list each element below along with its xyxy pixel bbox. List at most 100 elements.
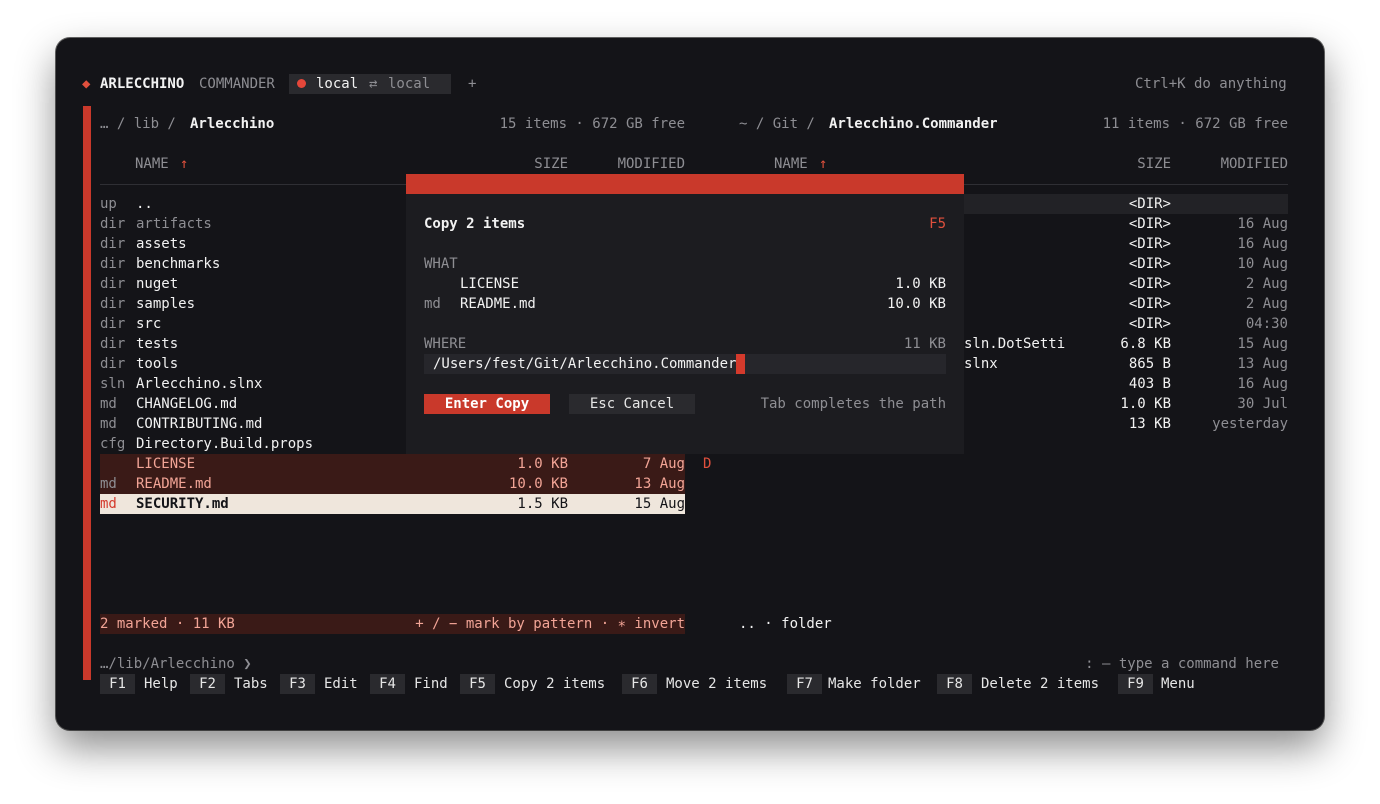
right-status-hint: .. · folder: [739, 616, 832, 632]
file-size: <DIR>: [1128, 216, 1171, 232]
file-name: benchmarks: [136, 256, 221, 272]
fkey-label[interactable]: Find: [414, 674, 448, 694]
fkey-f4[interactable]: F4: [370, 674, 405, 694]
fkey-label[interactable]: Copy 2 items: [504, 674, 605, 694]
file-name: nuget: [136, 276, 179, 292]
file-type: md: [100, 416, 117, 432]
fkey-f3[interactable]: F3: [280, 674, 315, 694]
file-name: Directory.Build.props: [136, 436, 314, 452]
file-size: 13 KB: [1128, 416, 1171, 432]
file-modified: 04:30: [1245, 316, 1288, 332]
left-col-size[interactable]: SIZE: [476, 154, 568, 174]
file-size: 10.0 KB: [508, 476, 568, 492]
file-name: artifacts: [136, 216, 212, 232]
fkey-label[interactable]: Edit: [324, 674, 358, 694]
file-type: md: [100, 496, 117, 512]
tab-local[interactable]: local ⇄ local: [289, 74, 451, 94]
marked-summary: 2 marked · 11 KB: [100, 616, 235, 632]
item-type: md: [424, 296, 441, 312]
file-size: 1.5 KB: [517, 496, 568, 512]
item-name: README.md: [460, 296, 536, 312]
tab-hint: Tab completes the path: [760, 396, 946, 412]
fkey-f9[interactable]: F9: [1118, 674, 1153, 694]
command-prompt[interactable]: …/lib/Arlecchino ❯: [100, 654, 252, 674]
right-col-modified[interactable]: MODIFIED: [1189, 154, 1288, 174]
right-col-size[interactable]: SIZE: [1076, 154, 1171, 174]
fkey-label[interactable]: Move 2 items: [666, 674, 767, 694]
file-type: cfg: [100, 436, 126, 452]
file-modified: 13 Aug: [1237, 356, 1288, 372]
file-modified: 16 Aug: [1237, 236, 1288, 252]
file-modified: yesterday: [1212, 416, 1288, 432]
copy-dialog: Copy 2 items F5 WHAT LICENSE 1.0 KB md READ…: [406, 174, 964, 454]
dialog-title-bar: [406, 174, 964, 194]
file-modified: [1189, 194, 1288, 214]
file-size: <DIR>: [1128, 316, 1171, 332]
file-modified: 15 Aug: [1237, 336, 1288, 352]
tab-left-label: local: [316, 76, 359, 92]
add-tab-button[interactable]: +: [468, 74, 476, 94]
left-current-folder[interactable]: Arlecchino: [190, 114, 274, 134]
left-breadcrumb[interactable]: … / lib /: [100, 114, 184, 134]
item-size: 1.0 KB: [895, 276, 946, 292]
fkey-f2[interactable]: F2: [190, 674, 225, 694]
confirm-copy-button[interactable]: Enter Copy: [424, 394, 550, 414]
left-col-name[interactable]: NAME: [135, 154, 169, 174]
fkey-label[interactable]: Help: [144, 674, 178, 694]
file-type: dir: [100, 356, 126, 372]
right-col-name[interactable]: NAME: [774, 154, 808, 174]
app-title: ARLECCHINO: [100, 76, 185, 92]
file-type: md: [100, 476, 117, 492]
file-modified: 16 Aug: [1237, 216, 1288, 232]
what-label: WHAT: [424, 256, 458, 272]
tab-status-dot-icon: [297, 74, 312, 94]
right-breadcrumb[interactable]: ~ / Git /: [739, 114, 823, 134]
mark-hint: + / − mark by pattern · ∗ invert: [415, 616, 685, 632]
dialog-shortcut: F5: [929, 216, 946, 232]
file-name: tools: [136, 356, 179, 372]
file-modified: 16 Aug: [1237, 376, 1288, 392]
drop-marker: D: [703, 456, 712, 472]
total-size: 11 KB: [903, 336, 946, 352]
fkey-label[interactable]: Menu: [1161, 674, 1195, 694]
left-summary: 15 items · 672 GB free: [499, 116, 685, 132]
fkey-f6[interactable]: F6: [622, 674, 657, 694]
left-col-modified[interactable]: MODIFIED: [586, 154, 685, 174]
right-current-folder[interactable]: Arlecchino.Commander: [829, 114, 998, 134]
destination-input[interactable]: /Users/fest/Git/Arlecchino.Commander: [424, 354, 946, 374]
file-name: samples: [136, 296, 196, 312]
file-name: src: [136, 316, 162, 332]
file-size: 1.0 KB: [1120, 396, 1171, 412]
file-type: dir: [100, 216, 126, 232]
file-size: 403 B: [1128, 376, 1171, 392]
cancel-button[interactable]: Esc Cancel: [569, 394, 695, 414]
fkey-f1[interactable]: F1: [100, 674, 135, 694]
fkey-label[interactable]: Tabs: [234, 674, 268, 694]
item-size: 10.0 KB: [886, 296, 946, 312]
app-logo-icon: ◆: [82, 76, 91, 92]
fkey-f7[interactable]: F7: [787, 674, 822, 694]
file-modified: 2 Aug: [1245, 296, 1288, 312]
file-size: <DIR>: [1128, 276, 1171, 292]
fkey-f8[interactable]: F8: [937, 674, 972, 694]
file-size: <DIR>: [1128, 296, 1171, 312]
file-type: dir: [100, 236, 126, 252]
file-modified: 10 Aug: [1237, 256, 1288, 272]
file-size: 6.8 KB: [1120, 336, 1171, 352]
active-panel-indicator: [83, 106, 91, 680]
fkey-label[interactable]: Delete 2 items: [981, 674, 1099, 694]
file-size: 865 B: [1128, 356, 1171, 372]
text-cursor: [736, 354, 746, 374]
file-name: slnx: [964, 356, 998, 372]
file-name: sln.DotSetti: [964, 336, 1066, 352]
file-name: assets: [136, 236, 187, 252]
tab-right-label: local: [388, 76, 431, 92]
fkey-label[interactable]: Make folder: [828, 674, 921, 694]
file-name: Arlecchino.slnx: [136, 376, 263, 392]
right-summary: 11 items · 672 GB free: [1102, 116, 1288, 132]
file-size: <DIR>: [1128, 256, 1171, 272]
file-modified: 13 Aug: [634, 476, 685, 492]
sort-arrow-icon: ↑: [180, 156, 189, 172]
file-name: LICENSE: [136, 456, 196, 472]
fkey-f5[interactable]: F5: [460, 674, 495, 694]
